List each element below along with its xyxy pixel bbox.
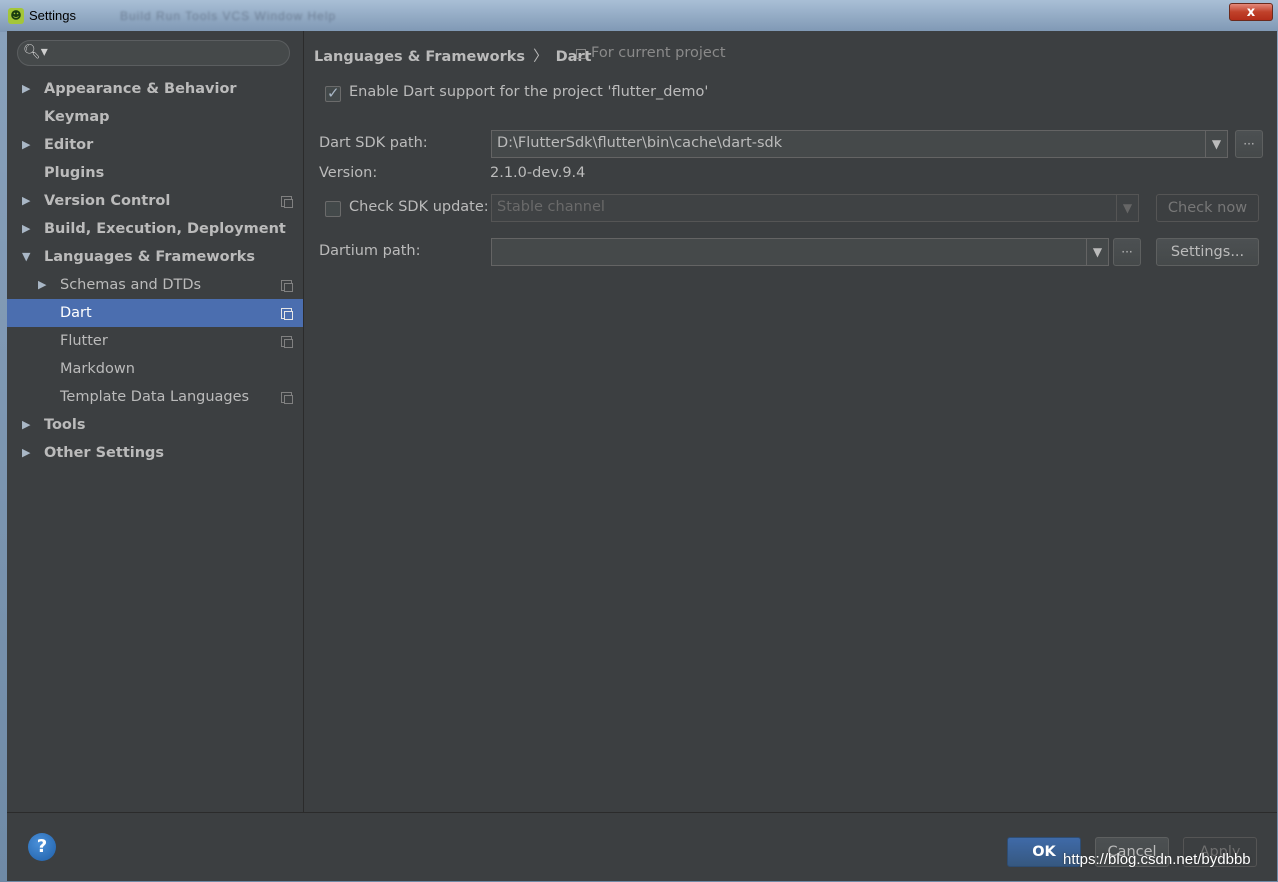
update-channel-value: Stable channel [497,199,605,215]
sidebar-item-label: Template Data Languages [60,389,250,405]
background-menu-bar: Build Run Tools VCS Window Help [120,9,337,23]
project-scope-icon [281,196,293,208]
enable-dart-checkbox[interactable]: ✓ [325,84,341,102]
scope-label: For current project [591,45,726,61]
version-value: 2.1.0-dev.9.4 [490,165,586,181]
sidebar-item-build-execution-deployment[interactable]: ▶ Build, Execution, Deployment [7,215,303,243]
enable-dart-label[interactable]: Enable Dart support for the project 'flu… [349,84,708,100]
sidebar-item-label: Editor [44,137,94,153]
dialog-client-area: 🔍︎▾ ▶ Appearance & Behavior Keymap ▶ Editor P… [7,31,1277,881]
expanded-arrow-icon[interactable]: ▼ [22,243,30,271]
title-bar: ☻ Settings Build Run Tools VCS Window He… [0,0,1278,32]
chevron-down-icon[interactable]: ▼ [1205,131,1227,157]
collapsed-arrow-icon[interactable]: ▶ [22,75,30,103]
collapsed-arrow-icon[interactable]: ▶ [22,215,30,243]
breadcrumb-current: Dart [555,49,592,65]
sidebar-item-flutter[interactable]: Flutter [7,327,303,355]
help-button[interactable]: ? [28,833,56,861]
settings-window: ☻ Settings Build Run Tools VCS Window He… [0,0,1278,882]
sidebar-item-label: Plugins [44,165,105,181]
update-channel-combo[interactable]: Stable channel ▼ [491,194,1139,222]
sidebar-item-version-control[interactable]: ▶ Version Control [7,187,303,215]
sidebar-item-label: Dart [60,305,92,321]
search-input[interactable] [42,44,286,64]
search-box[interactable]: 🔍︎▾ [17,40,290,66]
sidebar-item-label: Build, Execution, Deployment [44,221,286,237]
project-scope-icon [281,280,293,292]
dartium-settings-button[interactable]: Settings... [1156,238,1259,266]
sidebar-item-label: Keymap [44,109,110,125]
chevron-down-icon: ▼ [1116,195,1138,221]
dartium-browse-button[interactable]: ··· [1113,238,1141,266]
collapsed-arrow-icon[interactable]: ▶ [22,131,30,159]
sidebar-item-label: Version Control [44,193,171,209]
settings-sidebar: 🔍︎▾ ▶ Appearance & Behavior Keymap ▶ Editor P… [7,31,304,812]
breadcrumb-parent[interactable]: Languages & Frameworks [314,49,525,65]
close-icon: x [1246,5,1256,20]
sidebar-item-label: Tools [44,417,86,433]
sidebar-item-template-data-languages[interactable]: Template Data Languages [7,383,303,411]
sidebar-item-editor[interactable]: ▶ Editor [7,131,303,159]
project-scope-icon [281,308,293,320]
dart-settings-panel: Languages & Frameworks 〉 Dart For current … [304,31,1277,812]
project-scope-icon [281,336,293,348]
dartium-path-label: Dartium path: [319,243,421,259]
sidebar-item-label: Appearance & Behavior [44,81,237,97]
project-scope-icon [576,49,586,59]
version-label: Version: [319,165,378,181]
check-now-button[interactable]: Check now [1156,194,1259,222]
breadcrumb: Languages & Frameworks 〉 Dart [314,45,591,66]
collapsed-arrow-icon[interactable]: ▶ [22,187,30,215]
sidebar-item-plugins[interactable]: Plugins [7,159,303,187]
android-studio-icon: ☻ [8,8,24,24]
sidebar-item-label: Other Settings [44,445,165,461]
sidebar-item-dart[interactable]: Dart [7,299,303,327]
watermark-url: https://blog.csdn.net/bydbbb [1063,851,1251,868]
collapsed-arrow-icon[interactable]: ▶ [38,271,46,299]
chevron-down-icon[interactable]: ▼ [1086,239,1108,265]
help-icon: ? [36,836,48,857]
sdk-path-label: Dart SDK path: [319,135,428,151]
sidebar-item-schemas-and-dtds[interactable]: ▶ Schemas and DTDs [7,271,303,299]
sidebar-item-languages-frameworks[interactable]: ▼ Languages & Frameworks [7,243,303,271]
sidebar-item-label: Markdown [60,361,135,377]
breadcrumb-separator: 〉 [533,49,548,65]
sidebar-item-other-settings[interactable]: ▶ Other Settings [7,439,303,467]
sidebar-item-label: Schemas and DTDs [60,277,202,293]
sidebar-item-keymap[interactable]: Keymap [7,103,303,131]
sidebar-item-tools[interactable]: ▶ Tools [7,411,303,439]
collapsed-arrow-icon[interactable]: ▶ [22,411,30,439]
sdk-path-value[interactable]: D:\FlutterSdk\flutter\bin\cache\dart-sdk [497,135,782,151]
sidebar-item-label: Flutter [60,333,108,349]
close-button[interactable]: x [1229,3,1273,21]
window-title: Settings [29,8,76,23]
sdk-path-combo[interactable]: D:\FlutterSdk\flutter\bin\cache\dart-sdk… [491,130,1228,158]
sidebar-item-label: Languages & Frameworks [44,249,256,265]
sdk-browse-button[interactable]: ··· [1235,130,1263,158]
project-scope-icon [281,392,293,404]
checkmark-icon: ✓ [327,84,340,102]
check-update-checkbox[interactable] [325,201,341,217]
sidebar-item-markdown[interactable]: Markdown [7,355,303,383]
sidebar-item-appearance-behavior[interactable]: ▶ Appearance & Behavior [7,75,303,103]
check-update-label[interactable]: Check SDK update: [349,199,489,215]
dartium-path-combo[interactable]: ▼ [491,238,1109,266]
collapsed-arrow-icon[interactable]: ▶ [22,439,30,467]
dialog-footer: ? OK Cancel Apply [7,812,1277,881]
